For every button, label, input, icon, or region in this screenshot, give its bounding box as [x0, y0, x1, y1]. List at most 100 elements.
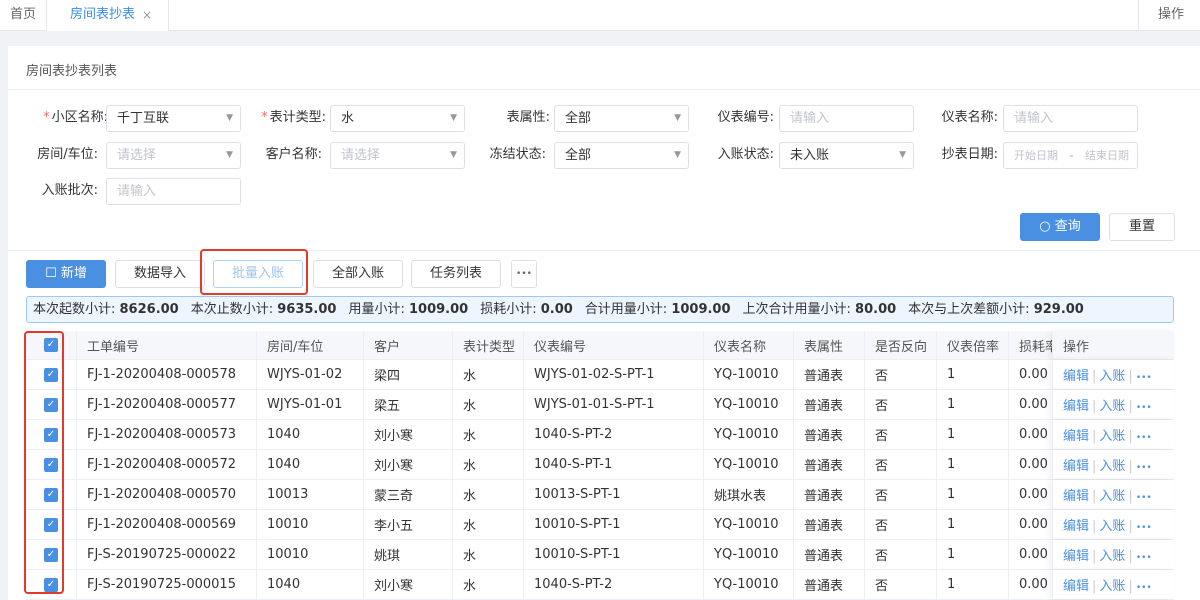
all-account-button[interactable]: 全部入账	[313, 260, 403, 288]
account-status-label: 入账状态:	[717, 147, 774, 162]
cell-order-no: FJ-S-20190725-000015	[76, 570, 256, 599]
freeze-select[interactable]: 全部 ▼	[554, 142, 689, 169]
edit-link[interactable]: 编辑	[1063, 549, 1089, 564]
account-link[interactable]: 入账	[1099, 549, 1125, 564]
cell-order-no: FJ-1-20200408-000578	[76, 360, 256, 389]
summary-value: 8626.00	[119, 302, 179, 317]
summary-item: 上次合计用量小计: 80.00	[743, 302, 897, 317]
cell-multiplier: 1	[936, 450, 1008, 479]
meter-name-input[interactable]: 请输入	[1003, 105, 1138, 132]
table-row[interactable]: ✓ FJ-1-20200408-000572 1040 刘小寒水 1040-S-PT-1…	[26, 450, 1174, 480]
table-row[interactable]: ✓ FJ-S-20190725-000022 10010 姚琪水 10010-S-PT-…	[26, 540, 1174, 570]
cell-meter-type: 水	[452, 480, 523, 509]
summary-value: 929.00	[1033, 302, 1084, 317]
table-row[interactable]: ✓ FJ-1-20200408-000573 1040 刘小寒水 1040-S-PT-2…	[26, 420, 1174, 450]
account-link[interactable]: 入账	[1099, 489, 1125, 504]
cell-loss-rate: 0.00	[1008, 390, 1052, 419]
import-button[interactable]: 数据导入	[115, 260, 205, 288]
column-header-meter-attr: 表属性	[793, 331, 864, 359]
meter-type-select[interactable]: 水 ▼	[330, 105, 465, 132]
edit-link[interactable]: 编辑	[1063, 459, 1089, 474]
edit-link[interactable]: 编辑	[1063, 489, 1089, 504]
highlight-box	[24, 331, 64, 594]
summary-label: 本次止数小计:	[190, 302, 278, 317]
cell-meter-type: 水	[452, 510, 523, 539]
search-icon: ○	[1039, 219, 1051, 234]
highlight-box	[200, 249, 308, 295]
cell-loss-rate: 0.00	[1008, 540, 1052, 569]
summary-bar: 本次起数小计: 8626.00 本次止数小计: 9635.00 用量小计: 1009…	[26, 296, 1174, 323]
cell-actions: 编辑 | 入账 | •••	[1052, 540, 1174, 569]
cell-meter-attr: 普通表	[793, 480, 864, 509]
table-row[interactable]: ✓ FJ-1-20200408-000570 10013 蒙三奇水 10013-S-PT…	[26, 480, 1174, 510]
edit-link[interactable]: 编辑	[1063, 369, 1089, 384]
cell-reverse: 否	[864, 570, 936, 599]
more-actions-icon[interactable]: •••	[1136, 493, 1152, 503]
more-actions-icon[interactable]: •••	[1136, 523, 1152, 533]
batch-input[interactable]: 请输入	[106, 178, 241, 205]
account-link[interactable]: 入账	[1099, 579, 1125, 594]
table-row[interactable]: ✓ FJ-1-20200408-000578 WJYS-01-02 梁四水 WJYS-0…	[26, 360, 1174, 390]
cell-meter-name: YQ-10010	[703, 450, 793, 479]
link-separator: |	[1092, 579, 1097, 594]
close-icon[interactable]: ×	[142, 0, 152, 30]
account-link[interactable]: 入账	[1099, 369, 1125, 384]
community-select[interactable]: 千丁互联 ▼	[106, 105, 241, 132]
table-row[interactable]: ✓ FJ-S-20190725-000015 1040 刘小寒水 1040-S-PT-2…	[26, 570, 1174, 600]
meter-type-label: * 表计类型:	[261, 110, 326, 125]
cell-multiplier: 1	[936, 420, 1008, 449]
account-link[interactable]: 入账	[1099, 399, 1125, 414]
account-link[interactable]: 入账	[1099, 519, 1125, 534]
more-actions-icon[interactable]: •••	[1136, 463, 1152, 473]
cell-loss-rate: 0.00	[1008, 510, 1052, 539]
divider	[8, 250, 1200, 251]
summary-item: 损耗小计: 0.00	[480, 302, 573, 317]
cell-meter-name: YQ-10010	[703, 510, 793, 539]
link-separator: |	[1128, 519, 1133, 534]
cell-order-no: FJ-1-20200408-000569	[76, 510, 256, 539]
tab-home[interactable]: 首页	[0, 0, 47, 31]
table-row[interactable]: ✓ FJ-1-20200408-000569 10010 李小五水 10010-S-PT…	[26, 510, 1174, 540]
cell-multiplier: 1	[936, 360, 1008, 389]
edit-link[interactable]: 编辑	[1063, 399, 1089, 414]
query-button[interactable]: ○ 查询	[1020, 213, 1100, 241]
table-row[interactable]: ✓ FJ-1-20200408-000577 WJYS-01-01 梁五水 WJYS-0…	[26, 390, 1174, 420]
cell-multiplier: 1	[936, 570, 1008, 599]
cell-multiplier: 1	[936, 480, 1008, 509]
more-actions-icon[interactable]: •••	[1136, 373, 1152, 383]
link-separator: |	[1092, 429, 1097, 444]
column-header-order-no: 工单编号	[76, 331, 256, 359]
edit-link[interactable]: 编辑	[1063, 579, 1089, 594]
reset-button[interactable]: 重置	[1109, 213, 1175, 241]
chevron-down-icon: ▼	[450, 113, 457, 123]
column-header-actions: 操作	[1052, 331, 1174, 359]
link-separator: |	[1092, 459, 1097, 474]
read-date-range[interactable]: 开始日期 - 结束日期	[1003, 142, 1138, 169]
account-link[interactable]: 入账	[1099, 429, 1125, 444]
edit-link[interactable]: 编辑	[1063, 519, 1089, 534]
tab-operations-menu[interactable]: 操作	[1138, 0, 1200, 31]
add-button[interactable]: ☐ 新增	[26, 260, 106, 288]
more-actions-icon[interactable]: •••	[1136, 553, 1152, 563]
cell-actions: 编辑 | 入账 | •••	[1052, 450, 1174, 479]
account-link[interactable]: 入账	[1099, 459, 1125, 474]
edit-link[interactable]: 编辑	[1063, 429, 1089, 444]
page-title: 房间表抄表列表	[26, 64, 118, 79]
link-separator: |	[1128, 459, 1133, 474]
summary-value: 80.00	[855, 302, 897, 317]
account-status-select[interactable]: 未入账 ▼	[779, 142, 914, 169]
date-separator: -	[1069, 149, 1074, 162]
more-actions-icon[interactable]: •••	[1136, 433, 1152, 443]
more-actions-icon[interactable]: •••	[1136, 583, 1152, 593]
chevron-down-icon: ▼	[899, 150, 906, 160]
task-list-button[interactable]: 任务列表	[411, 260, 501, 288]
meter-attr-select[interactable]: 全部 ▼	[554, 105, 689, 132]
customer-select[interactable]: 请选择 ▼	[330, 142, 465, 169]
meter-no-input[interactable]: 请输入	[779, 105, 914, 132]
more-actions-icon[interactable]: •••	[1136, 403, 1152, 413]
tab-room-meter-reading[interactable]: 房间表抄表 ×	[47, 0, 169, 31]
cell-order-no: FJ-S-20190725-000022	[76, 540, 256, 569]
room-select[interactable]: 请选择 ▼	[106, 142, 241, 169]
more-button[interactable]: •••	[511, 260, 537, 288]
cell-reverse: 否	[864, 450, 936, 479]
